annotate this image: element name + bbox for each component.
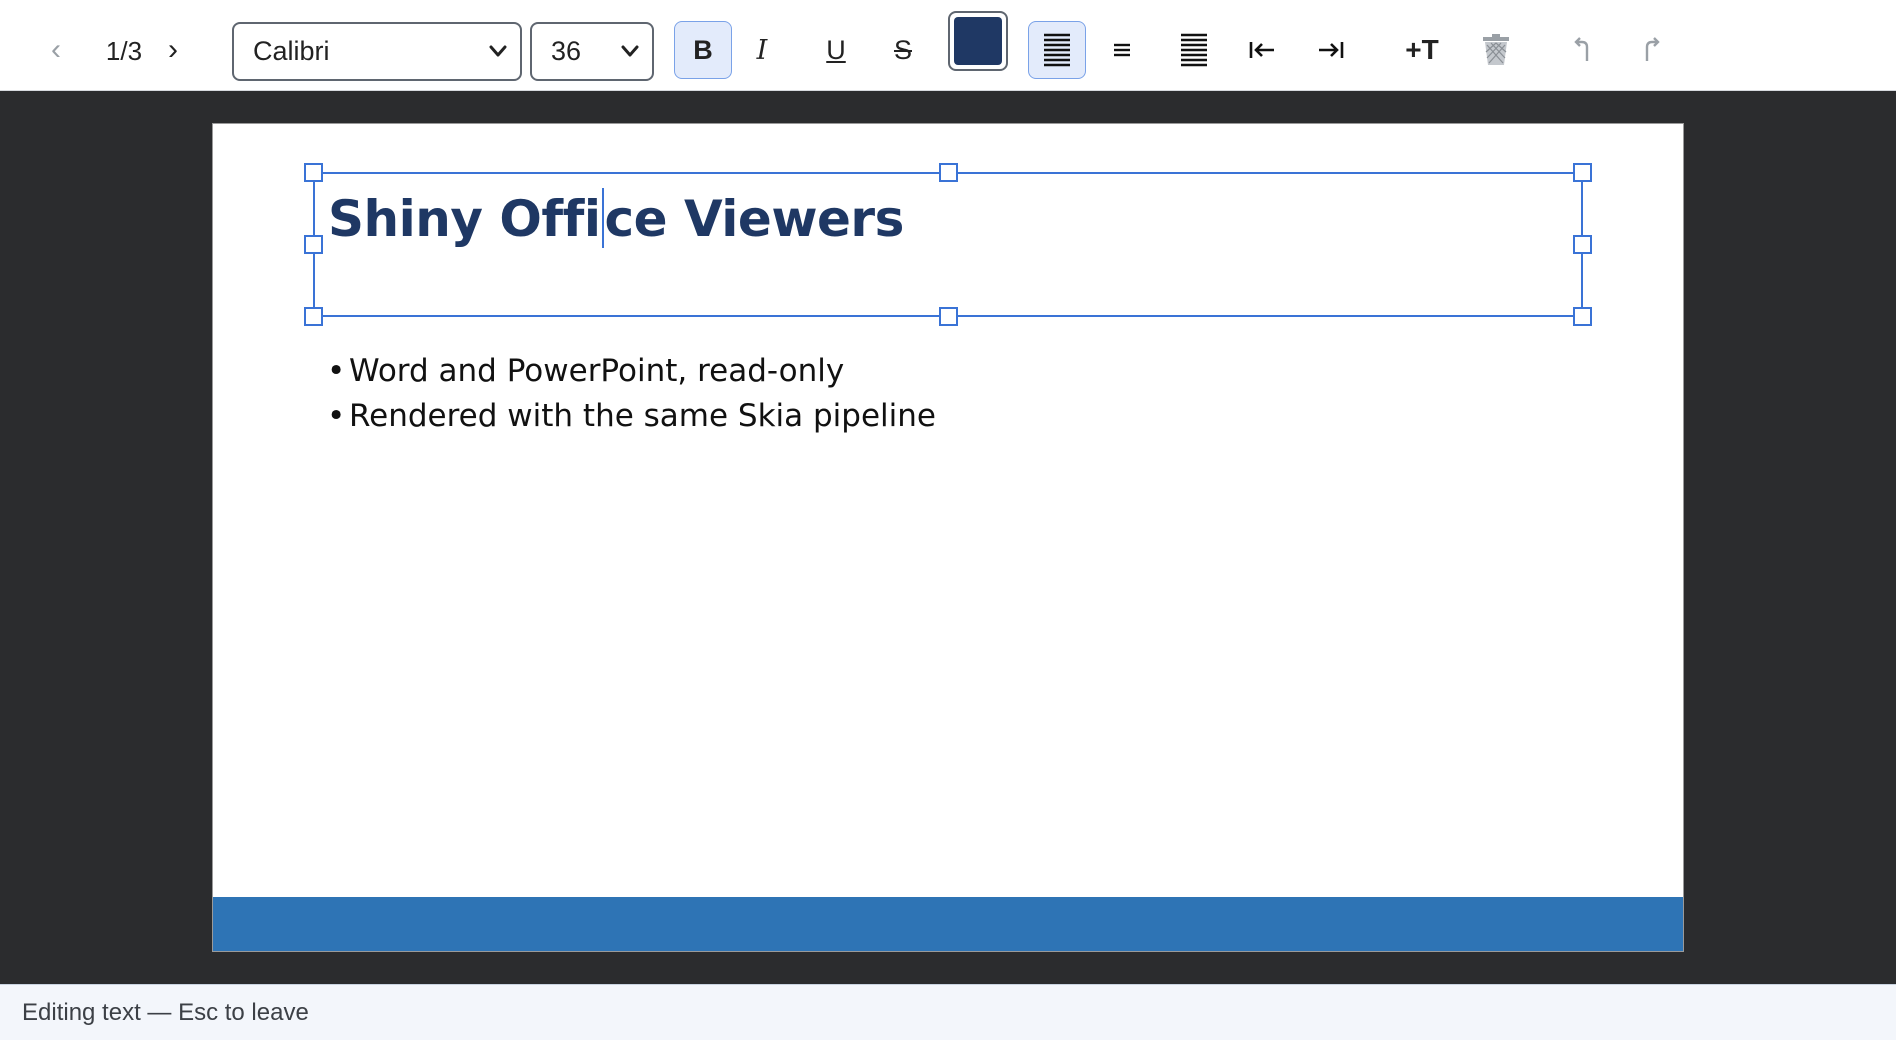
align-center-icon xyxy=(1114,43,1130,57)
title-text-box[interactable]: Shiny Office Viewers xyxy=(304,163,1592,326)
add-text-label: +T xyxy=(1405,34,1439,65)
font-family-select[interactable]: Calibri xyxy=(232,22,522,81)
resize-handle-bottom[interactable] xyxy=(939,307,958,326)
text-caret xyxy=(601,188,604,248)
slide-canvas[interactable]: Shiny Office Viewers • Word and PowerPoin… xyxy=(212,123,1684,952)
trash-icon xyxy=(1483,34,1509,65)
add-text-box-button[interactable]: +T xyxy=(1392,24,1452,76)
undo-icon xyxy=(1574,37,1589,61)
resize-handle-top[interactable] xyxy=(939,163,958,182)
undo-button[interactable] xyxy=(1554,24,1610,76)
title-text-after-caret: ce Viewers xyxy=(604,190,905,248)
status-text: Editing text — Esc to leave xyxy=(22,999,309,1026)
toolbar: ‹ 1/3 › Calibri 36 B I U S +T xyxy=(0,0,1896,91)
indent-button[interactable] xyxy=(1303,24,1359,76)
bullet-text: Rendered with the same Skia pipeline xyxy=(349,398,936,434)
chevron-down-icon xyxy=(621,45,639,57)
bullet-item: • Rendered with the same Skia pipeline xyxy=(327,394,936,439)
justify-button[interactable] xyxy=(1166,24,1222,76)
text-color-button[interactable] xyxy=(948,11,1008,71)
strikethrough-button[interactable]: S xyxy=(874,21,932,79)
bullet-glyph: • xyxy=(327,353,346,389)
underline-button[interactable]: U xyxy=(807,21,865,79)
redo-icon xyxy=(1645,37,1660,61)
bold-button[interactable]: B xyxy=(674,21,732,79)
bold-label: B xyxy=(693,34,713,65)
bullet-list[interactable]: • Word and PowerPoint, read-only • Rendere… xyxy=(327,349,936,439)
strikethrough-label: S xyxy=(893,34,912,65)
font-size-select[interactable]: 36 xyxy=(530,22,654,81)
align-center-button[interactable] xyxy=(1094,24,1150,76)
align-left-button[interactable] xyxy=(1028,21,1086,79)
next-slide-button[interactable]: › xyxy=(155,30,191,70)
font-family-value: Calibri xyxy=(253,36,330,66)
align-left-icon xyxy=(1044,33,1070,67)
italic-button[interactable]: I xyxy=(733,21,791,79)
resize-handle-top-left[interactable] xyxy=(304,163,323,182)
title-text-before-caret: Shiny Offi xyxy=(328,190,601,248)
chevron-right-icon: › xyxy=(168,33,178,66)
indent-icon xyxy=(1319,42,1344,58)
text-color-swatch xyxy=(954,17,1002,65)
underline-label: U xyxy=(826,34,846,65)
resize-handle-top-right[interactable] xyxy=(1573,163,1592,182)
slide-workspace: Shiny Office Viewers • Word and PowerPoin… xyxy=(0,91,1896,984)
resize-handle-bottom-right[interactable] xyxy=(1573,307,1592,326)
slide-title[interactable]: Shiny Office Viewers xyxy=(328,184,904,254)
status-bar: Editing text — Esc to leave xyxy=(0,984,1896,1040)
chevron-left-icon: ‹ xyxy=(51,33,61,66)
page-indicator: 1/3 xyxy=(105,36,143,66)
font-size-value: 36 xyxy=(551,36,582,66)
bullet-glyph: • xyxy=(327,398,346,434)
bullet-text: Word and PowerPoint, read-only xyxy=(349,353,845,389)
justify-icon xyxy=(1181,33,1207,67)
chevron-down-icon xyxy=(489,45,507,57)
italic-label: I xyxy=(756,34,768,66)
resize-handle-right[interactable] xyxy=(1573,235,1592,254)
outdent-icon xyxy=(1249,42,1274,58)
bullet-item: • Word and PowerPoint, read-only xyxy=(327,349,936,394)
delete-button[interactable] xyxy=(1468,24,1524,76)
slide-footer-band xyxy=(213,897,1683,951)
resize-handle-left[interactable] xyxy=(304,235,323,254)
outdent-button[interactable] xyxy=(1234,24,1290,76)
resize-handle-bottom-left[interactable] xyxy=(304,307,323,326)
redo-button[interactable] xyxy=(1624,24,1680,76)
previous-slide-button[interactable]: ‹ xyxy=(38,30,74,70)
